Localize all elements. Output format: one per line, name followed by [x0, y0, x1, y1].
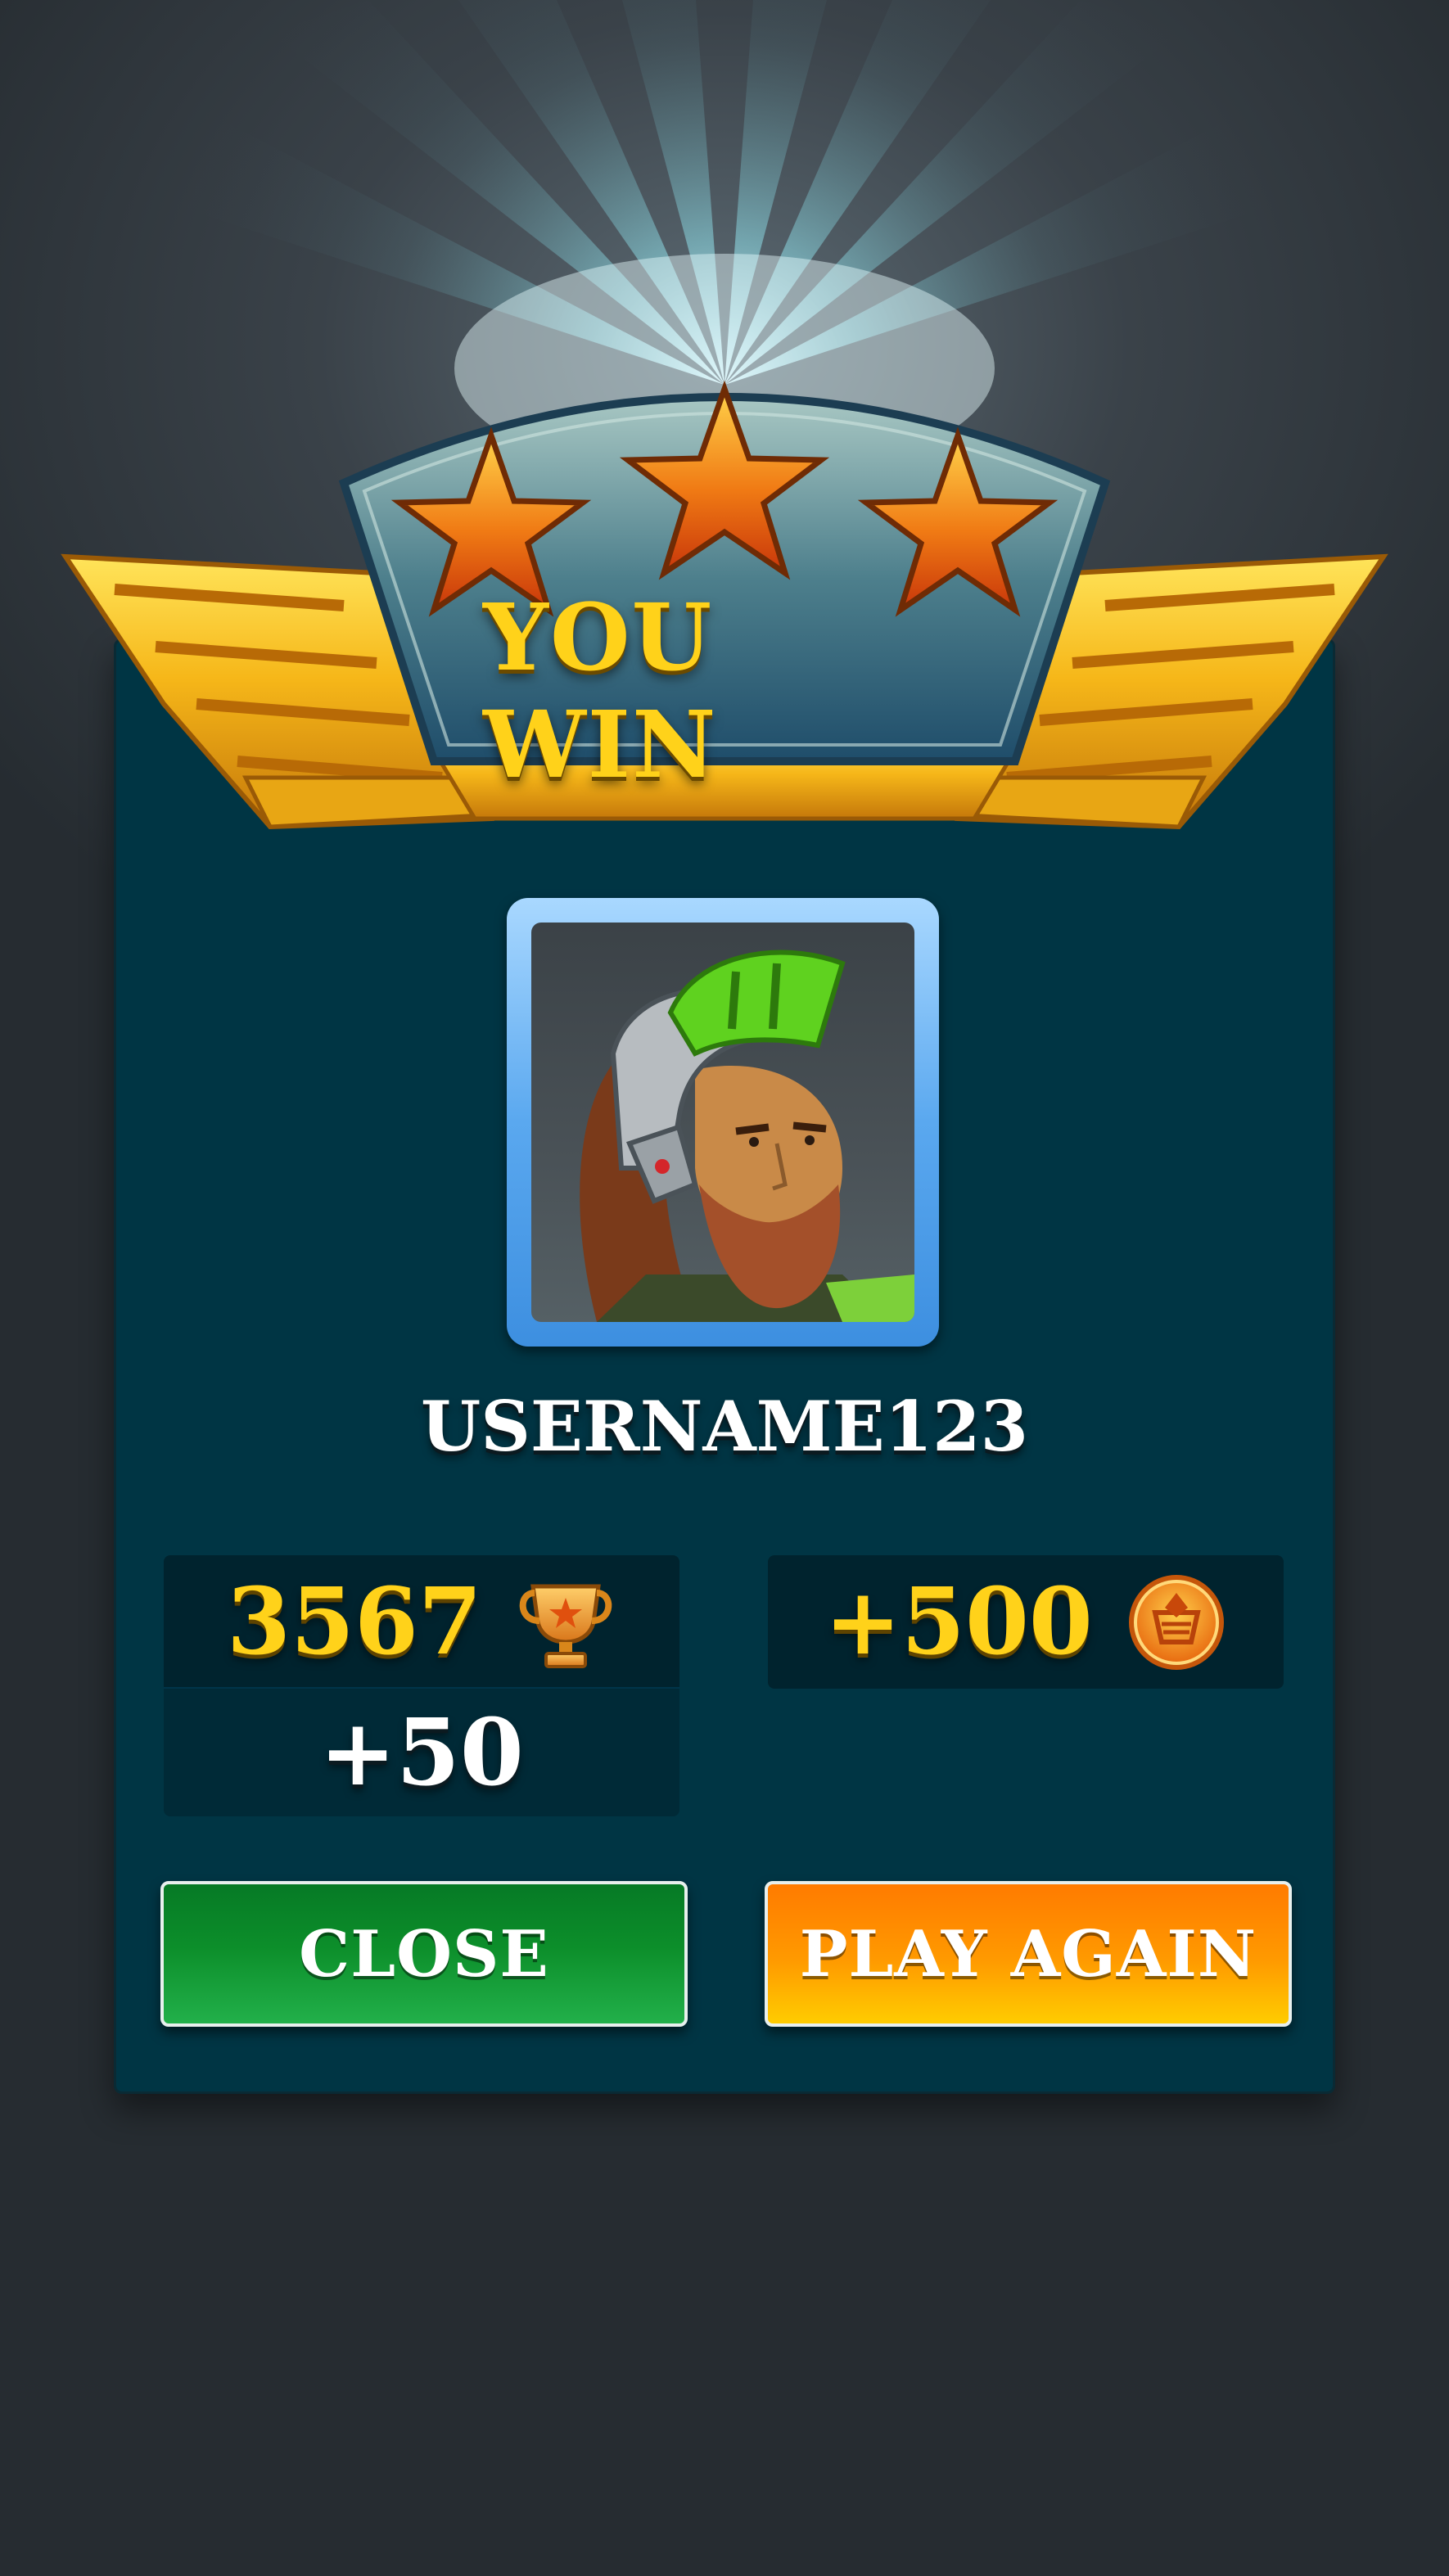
trophy-icon: [519, 1584, 612, 1668]
victory-title: YOU WIN: [483, 584, 718, 799]
player-username: USERNAME123: [420, 1385, 1029, 1467]
avatar[interactable]: [507, 898, 939, 1347]
trophy-count: 3567: [227, 1568, 482, 1676]
coin-reward: +500: [824, 1568, 1093, 1676]
trophy-delta-box: +50: [164, 1689, 679, 1816]
trophy-count-box: 3567: [164, 1555, 679, 1689]
play-again-button[interactable]: PLAY AGAIN: [765, 1881, 1292, 2027]
close-button[interactable]: CLOSE: [160, 1881, 688, 2027]
bearded-warrior-avatar-icon: [580, 950, 914, 1322]
coin-reward-box: +500: [768, 1555, 1284, 1689]
coin-icon: [1128, 1574, 1224, 1670]
result-panel: [114, 638, 1335, 2094]
avatar-image: [531, 923, 914, 1322]
trophy-delta: +50: [319, 1699, 524, 1807]
